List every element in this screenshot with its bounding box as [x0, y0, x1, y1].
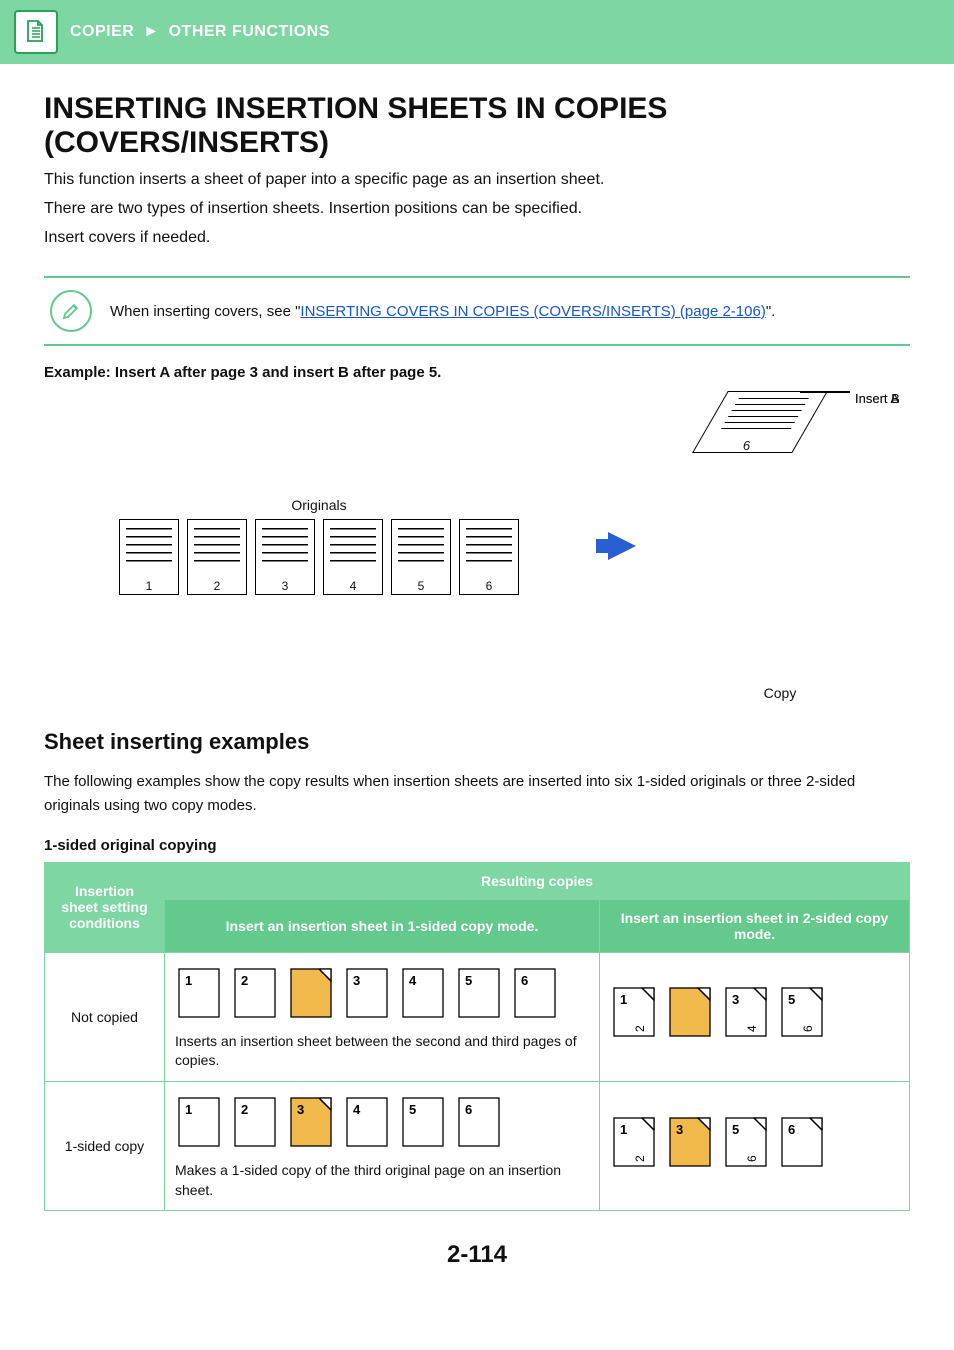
svg-text:5: 5 [732, 1122, 739, 1137]
svg-text:1: 1 [620, 1122, 627, 1137]
th-conditions: Insertion sheet setting conditions [45, 862, 165, 952]
row1-caption: Inserts an insertion sheet between the s… [175, 1032, 589, 1071]
orig-page-6: 6 [459, 519, 519, 595]
header-bar: COPIER ► OTHER FUNCTIONS [0, 0, 954, 64]
intro-line2: There are two types of insertion sheets.… [44, 197, 910, 222]
svg-text:1: 1 [620, 992, 627, 1007]
section-examples-title: Sheet inserting examples [44, 729, 910, 755]
diagram-container: Originals 1 2 3 4 5 6 1 2 3 4 5 6 [44, 391, 910, 701]
svg-text:6: 6 [745, 1155, 759, 1162]
breadcrumb: COPIER ► OTHER FUNCTIONS [70, 23, 330, 41]
copy-stack: 1 2 3 4 5 6 Insert A Insert B [650, 391, 910, 681]
svg-text:6: 6 [801, 1025, 815, 1032]
copy-label: Copy [650, 685, 910, 701]
note-pre: When inserting covers, see " [110, 303, 300, 320]
arrow-right-icon [608, 532, 636, 560]
svg-text:6: 6 [465, 1102, 472, 1117]
row2-2sided-diagram: 1 2 3 5 6 6 [610, 1112, 860, 1170]
th-1sided-mode: Insert an insertion sheet in 1-sided cop… [165, 899, 600, 952]
svg-text:5: 5 [788, 992, 795, 1007]
th-2sided-mode: Insert an insertion sheet in 2-sided cop… [600, 899, 910, 952]
subhead-1sided: 1-sided original copying [44, 837, 910, 854]
page-title: INSERTING INSERTION SHEETS IN COPIES (CO… [44, 92, 910, 160]
svg-text:2: 2 [241, 1102, 248, 1117]
orig-page-1: 1 [119, 519, 179, 595]
orig-page-4: 4 [323, 519, 383, 595]
chevron-right-icon: ► [143, 23, 159, 40]
svg-text:5: 5 [409, 1102, 416, 1117]
copier-icon [14, 10, 58, 54]
svg-text:4: 4 [353, 1102, 361, 1117]
row1-cell-a: 1 2 3 4 5 6 Inserts an insertion sheet b… [165, 952, 600, 1081]
orig-page-2: 2 [187, 519, 247, 595]
svg-text:1: 1 [185, 973, 192, 988]
example-heading: Example: Insert A after page 3 and inser… [44, 364, 910, 381]
svg-text:4: 4 [745, 1025, 759, 1032]
svg-text:3: 3 [732, 992, 739, 1007]
svg-text:3: 3 [353, 973, 360, 988]
section-examples-desc: The following examples show the copy res… [44, 770, 910, 817]
svg-text:4: 4 [409, 973, 417, 988]
row1-cell-b: 1 2 3 4 5 6 [600, 952, 910, 1081]
crumb-other-functions[interactable]: OTHER FUNCTIONS [169, 23, 330, 40]
row1-cond: Not copied [45, 952, 165, 1081]
originals-label: Originals [44, 497, 594, 513]
cross-ref-link[interactable]: INSERTING COVERS IN COPIES (COVERS/INSER… [300, 303, 765, 320]
row2-1sided-diagram: 1 2 3 4 5 6 [175, 1092, 585, 1150]
row2-cell-b: 1 2 3 5 6 6 [600, 1082, 910, 1211]
svg-text:6: 6 [521, 973, 528, 988]
svg-text:1: 1 [185, 1102, 192, 1117]
row1-2sided-diagram: 1 2 3 4 5 6 [610, 982, 860, 1040]
svg-text:2: 2 [633, 1025, 647, 1032]
row1-1sided-diagram: 1 2 3 4 5 6 [175, 963, 585, 1021]
results-table: Insertion sheet setting conditions Resul… [44, 862, 910, 1211]
svg-text:3: 3 [297, 1102, 304, 1117]
svg-text:2: 2 [633, 1155, 647, 1162]
row2-caption: Makes a 1-sided copy of the third origin… [175, 1161, 589, 1200]
svg-text:3: 3 [676, 1122, 683, 1137]
row2-cond: 1-sided copy [45, 1082, 165, 1211]
note-text: When inserting covers, see "INSERTING CO… [110, 303, 775, 320]
insert-b-label: Insert B [855, 391, 900, 406]
note-post: ". [766, 303, 776, 320]
pencil-icon [50, 290, 92, 332]
svg-text:6: 6 [788, 1122, 795, 1137]
page-number: 2-114 [44, 1241, 910, 1269]
orig-page-5: 5 [391, 519, 451, 595]
orig-page-3: 3 [255, 519, 315, 595]
originals-row: 1 2 3 4 5 6 [44, 519, 594, 595]
svg-text:5: 5 [465, 973, 472, 988]
th-resulting: Resulting copies [165, 862, 910, 899]
intro-line1: This function inserts a sheet of paper i… [44, 168, 910, 193]
svg-text:2: 2 [241, 973, 248, 988]
note-callout: When inserting covers, see "INSERTING CO… [44, 276, 910, 346]
intro-line3: Insert covers if needed. [44, 226, 910, 251]
row2-cell-a: 1 2 3 4 5 6 Makes a 1-sided copy of the … [165, 1082, 600, 1211]
crumb-copier[interactable]: COPIER [70, 23, 134, 40]
